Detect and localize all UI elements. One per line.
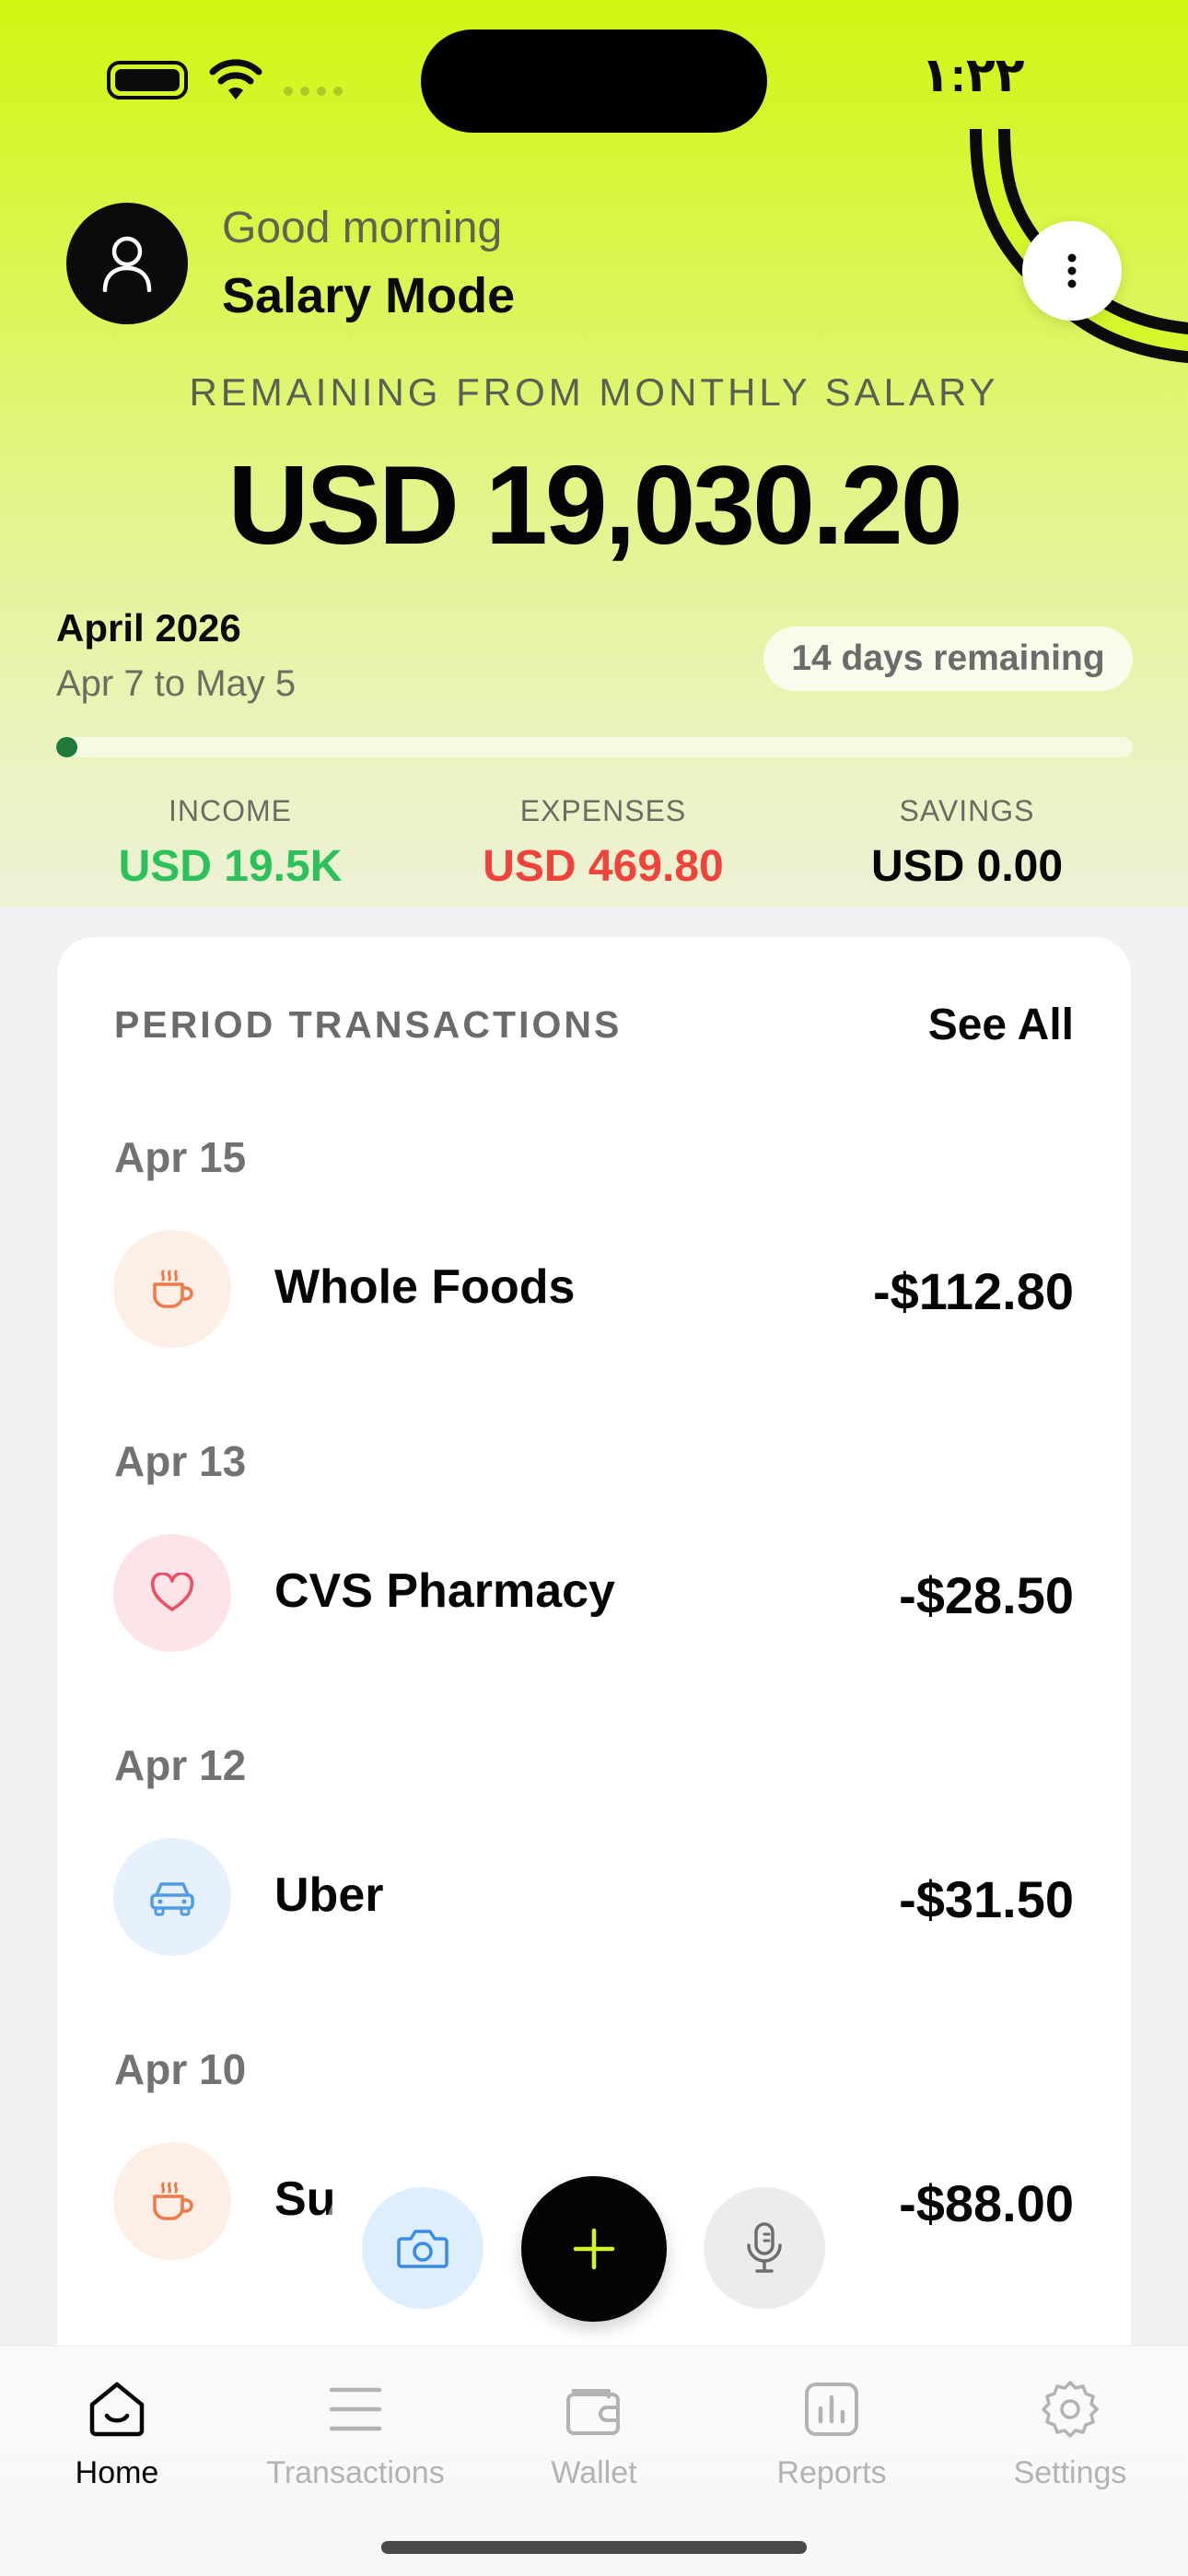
remaining-label: REMAINING FROM MONTHLY SALARY	[189, 370, 999, 414]
dynamic-island	[421, 29, 767, 133]
transaction-row[interactable]: Whole Foods -$112.80	[57, 1230, 1131, 1348]
coffee-cup-icon	[113, 2142, 231, 2260]
home-icon	[89, 2382, 145, 2437]
tab-label: Settings	[1013, 2455, 1127, 2490]
tab-reports[interactable]: Reports	[721, 2372, 942, 2491]
user-icon	[102, 236, 152, 292]
expenses-stat: EXPENSES USD 469.80	[451, 794, 755, 892]
bar-chart-icon	[805, 2383, 858, 2436]
expenses-label: EXPENSES	[519, 794, 687, 827]
date-header: Apr 12	[114, 1741, 247, 1789]
camera-icon	[397, 2230, 448, 2268]
list-icon	[329, 2387, 382, 2431]
wallet-icon	[566, 2389, 620, 2435]
transaction-name: Uber	[274, 1868, 384, 1922]
tab-label: Home	[75, 2455, 159, 2490]
transaction-name: CVS Pharmacy	[274, 1564, 615, 1618]
transaction-name: Whole Foods	[274, 1260, 576, 1314]
savings-value: USD 0.00	[870, 842, 1064, 891]
tab-wallet[interactable]: Wallet	[483, 2372, 705, 2491]
profile-avatar[interactable]	[66, 203, 188, 324]
date-header: Apr 13	[114, 1437, 247, 1485]
gear-icon	[1042, 2381, 1099, 2438]
battery-icon	[107, 61, 188, 100]
see-all-link[interactable]: See All	[928, 1000, 1074, 1050]
period-month: April 2026	[56, 606, 241, 650]
period-range: Apr 7 to May 5	[56, 663, 297, 704]
home-indicator	[381, 2541, 807, 2554]
car-icon	[113, 1838, 231, 1956]
cellular-signal-icon	[284, 87, 343, 96]
period-progress-fill	[56, 737, 78, 757]
scan-receipt-button[interactable]	[362, 2187, 483, 2309]
tab-home[interactable]: Home	[6, 2372, 227, 2491]
remaining-balance: USD 19,030.20	[227, 442, 962, 568]
income-stat: INCOME USD 19.5K	[92, 794, 368, 892]
income-value: USD 19.5K	[118, 842, 343, 891]
wifi-icon	[209, 59, 262, 100]
savings-stat: SAVINGS USD 0.00	[838, 794, 1096, 892]
add-transaction-button[interactable]	[521, 2176, 667, 2322]
vertical-ellipsis-icon	[1067, 253, 1077, 288]
mode-title: Salary Mode	[222, 268, 516, 323]
transactions-section-title: PERIOD TRANSACTIONS	[114, 1003, 623, 1046]
transaction-row[interactable]: CVS Pharmacy -$28.50	[57, 1534, 1131, 1652]
transaction-row[interactable]: Uber -$31.50	[57, 1838, 1131, 1956]
transaction-amount: -$31.50	[899, 1870, 1074, 1928]
voice-entry-button[interactable]	[704, 2187, 825, 2309]
transaction-amount: -$88.00	[899, 2174, 1074, 2232]
tab-label: Wallet	[551, 2455, 637, 2490]
salary-hero: ١:٢٢ Good morning Salary Mode REMAINING …	[0, 0, 1188, 907]
tab-transactions[interactable]: Transactions	[245, 2372, 466, 2491]
tab-label: Reports	[776, 2455, 887, 2490]
heart-icon	[113, 1534, 231, 1652]
more-options-button[interactable]	[1022, 221, 1122, 321]
greeting-text: Good morning	[222, 204, 503, 252]
period-progress-bar	[56, 737, 1133, 757]
coffee-cup-icon	[113, 1230, 231, 1348]
date-header: Apr 10	[114, 2045, 247, 2093]
expenses-value: USD 469.80	[483, 842, 724, 891]
tab-label: Transactions	[266, 2455, 445, 2490]
date-header: Apr 15	[114, 1133, 247, 1181]
status-time: ١:٢٢	[921, 49, 1025, 102]
income-label: INCOME	[169, 794, 292, 827]
days-remaining-badge: 14 days remaining	[763, 626, 1133, 691]
savings-label: SAVINGS	[899, 794, 1035, 827]
tab-settings[interactable]: Settings	[960, 2372, 1181, 2491]
microphone-icon	[747, 2222, 782, 2273]
transaction-amount: -$28.50	[899, 1566, 1074, 1624]
transaction-amount: -$112.80	[873, 1262, 1074, 1320]
plus-icon	[573, 2228, 615, 2270]
